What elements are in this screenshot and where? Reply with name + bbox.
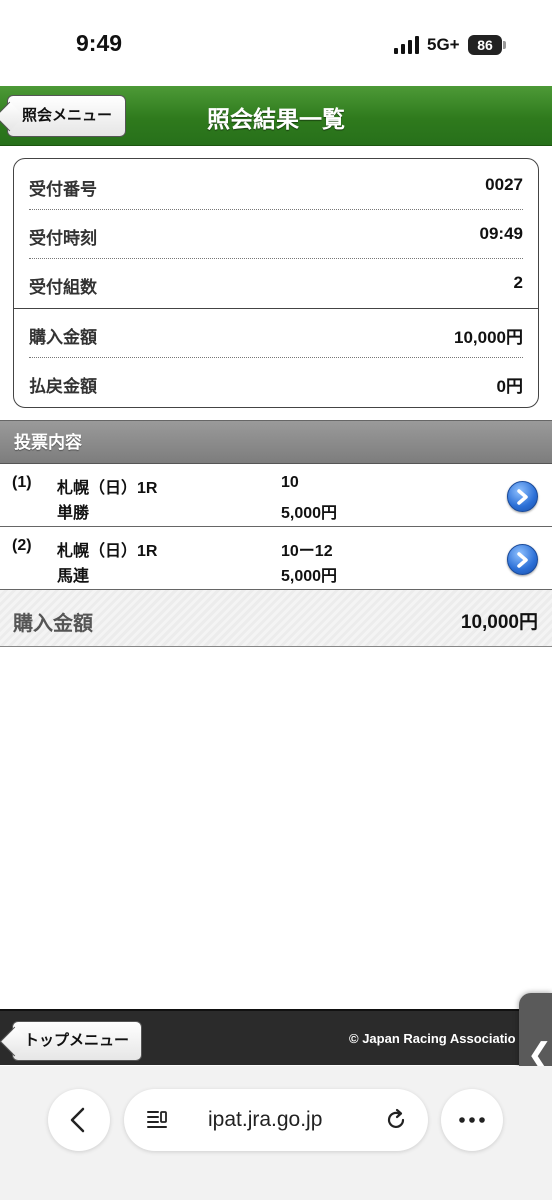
status-bar: 9:49 5G+ 86 xyxy=(0,0,552,86)
more-icon xyxy=(459,1117,485,1123)
back-icon xyxy=(70,1107,85,1133)
bet-type: 馬連 xyxy=(57,568,90,585)
receipt-value: 10,000円 xyxy=(454,328,523,347)
receipt-label: 購入金額 xyxy=(29,328,97,347)
status-time: 9:49 xyxy=(76,30,123,56)
receipt-row-purchase: 購入金額 10,000円 xyxy=(29,309,523,358)
copyright-text: © Japan Racing Associatio xyxy=(349,1031,516,1046)
total-label: 購入金額 xyxy=(13,613,93,635)
bet-number: (1) xyxy=(12,474,32,491)
bet-type: 単勝 xyxy=(57,505,90,522)
battery-icon: 86 xyxy=(468,35,502,55)
browser-toolbar: ipat.jra.go.jp xyxy=(0,1066,552,1200)
arrow-right-icon[interactable] xyxy=(507,481,538,512)
address-bar[interactable]: ipat.jra.go.jp xyxy=(124,1089,428,1151)
receipt-label: 受付番号 xyxy=(29,180,97,199)
page-footer: トップメニュー © Japan Racing Associatio xyxy=(0,1009,552,1065)
bet-row[interactable]: (1) 札幌（日）1R 単勝 10 5,000円 xyxy=(0,465,552,527)
bet-row[interactable]: (2) 札幌（日）1R 馬連 10ー12 5,000円 xyxy=(0,528,552,590)
page-title: 照会結果一覧 xyxy=(207,106,345,132)
page-header: 照会メニュー 照会結果一覧 xyxy=(0,86,552,146)
more-button[interactable] xyxy=(441,1089,503,1151)
network-label: 5G+ xyxy=(427,35,460,54)
bet-combination: 10 xyxy=(281,474,299,491)
bet-race: 札幌（日）1R xyxy=(57,480,158,497)
total-value: 10,000円 xyxy=(460,612,538,633)
bet-number: (2) xyxy=(12,537,32,554)
receipt-row-time: 受付時刻 09:49 xyxy=(29,210,523,259)
receipt-row-count: 受付組数 2 xyxy=(29,259,523,308)
receipt-value: 0027 xyxy=(485,175,523,194)
back-button[interactable] xyxy=(48,1089,110,1151)
bet-combination: 10ー12 xyxy=(281,543,333,560)
receipt-label: 払戻金額 xyxy=(29,377,97,396)
bets-section-heading: 投票内容 xyxy=(0,420,552,464)
top-menu-button[interactable]: トップメニュー xyxy=(12,1021,142,1061)
receipt-value: 2 xyxy=(513,273,523,292)
top-menu-label: トップメニュー xyxy=(24,1032,130,1049)
receipt-row-payout: 払戻金額 0円 xyxy=(29,358,523,407)
receipt-row-number: 受付番号 0027 xyxy=(29,161,523,210)
signal-icon xyxy=(394,36,419,54)
receipt-label: 受付組数 xyxy=(29,278,97,297)
bet-amount: 5,000円 xyxy=(281,505,338,522)
receipt-info-box: 受付番号 0027 受付時刻 09:49 受付組数 2 購入金額 10,000円… xyxy=(13,158,539,408)
receipt-value: 0円 xyxy=(496,377,523,396)
bet-amount: 5,000円 xyxy=(281,568,338,585)
receipt-label: 受付時刻 xyxy=(29,229,97,248)
arrow-right-icon[interactable] xyxy=(507,544,538,575)
battery-tip xyxy=(503,41,506,49)
bet-race: 札幌（日）1R xyxy=(57,543,158,560)
reader-icon xyxy=(147,1111,167,1128)
receipt-value: 09:49 xyxy=(479,224,523,243)
url-text: ipat.jra.go.jp xyxy=(208,1108,323,1131)
bets-total-row: 購入金額 10,000円 xyxy=(0,590,552,647)
reload-icon[interactable] xyxy=(382,1106,410,1134)
